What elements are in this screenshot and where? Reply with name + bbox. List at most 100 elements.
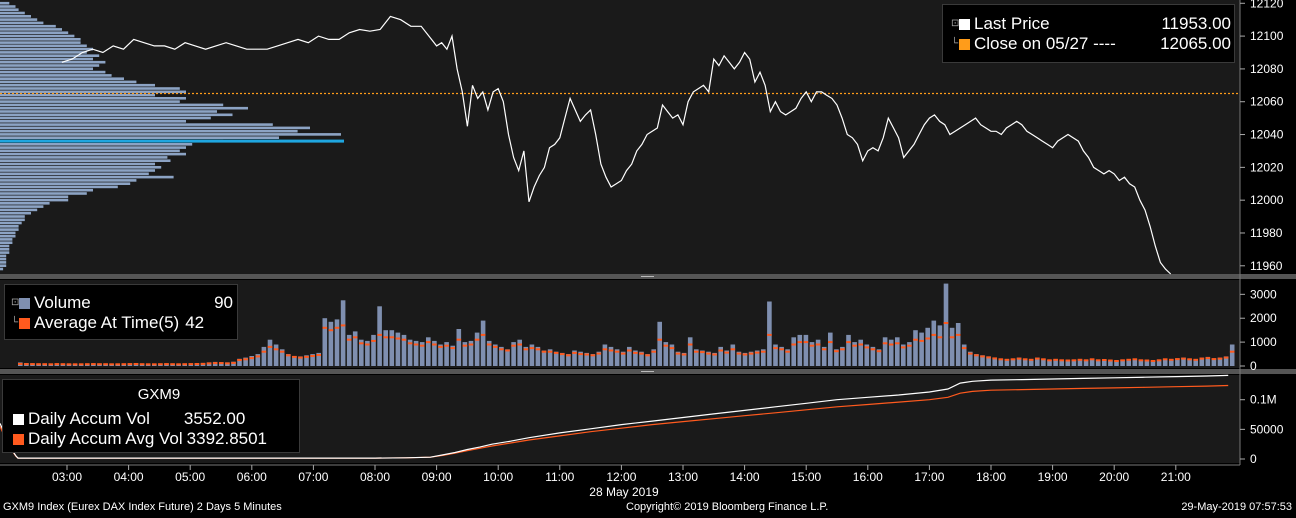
- average-bar: [352, 336, 358, 339]
- average-bar: [523, 348, 529, 351]
- average-bar: [529, 347, 535, 350]
- average-bar: [152, 363, 157, 366]
- average-bar: [937, 336, 943, 339]
- volume-bar: [919, 332, 924, 366]
- profile-bar: [0, 231, 16, 235]
- y-tick-label: 12120: [1250, 0, 1284, 10]
- average-bar: [888, 343, 894, 346]
- profile-bar: [0, 41, 81, 44]
- average-bar: [907, 344, 912, 347]
- profile-bar: [0, 103, 224, 107]
- profile-bar: [0, 215, 25, 218]
- profile-bar: [0, 198, 69, 202]
- profile-bar: [0, 166, 162, 169]
- average-bar: [754, 351, 760, 354]
- x-axis-ticks: 03:00 04:00 05:00 06:00 07:00 08:00 09:00 10:00…: [52, 465, 1191, 484]
- y-tick-label: 11960: [1250, 259, 1283, 273]
- profile-bar: [0, 21, 44, 25]
- average-bar: [115, 363, 120, 366]
- profile-bar: [0, 228, 19, 231]
- average-bar: [517, 343, 522, 346]
- average-bar: [572, 351, 577, 354]
- average-bar: [103, 363, 108, 366]
- volume-bar: [803, 334, 809, 366]
- average-bar: [748, 352, 754, 355]
- profile-bar: [0, 60, 106, 64]
- profile-bar: [0, 90, 186, 94]
- average-bar: [779, 348, 784, 351]
- average-bar: [1144, 359, 1150, 362]
- accum-legend[interactable]: GXM9 Daily Accum Vol 3552.00 Daily Accum…: [2, 379, 300, 453]
- average-bar: [681, 353, 687, 356]
- average-bar: [261, 350, 267, 353]
- average-bar: [1089, 358, 1095, 361]
- price-legend[interactable]: ⊡ Last Price 11953.00 └ Close on 05/27 -…: [942, 4, 1235, 63]
- profile-bar: [0, 5, 16, 8]
- average-bar: [821, 348, 827, 351]
- profile-bar: [0, 8, 19, 11]
- volume-value: 90: [214, 293, 233, 312]
- profile-bar: [0, 70, 106, 74]
- y-tick-label: 2000: [1250, 311, 1277, 325]
- volume-bar: [730, 344, 736, 366]
- average-bar: [1071, 359, 1077, 362]
- accum-vol-value: 3552.00: [183, 409, 246, 428]
- close-label: Close on 05/27 ----: [974, 34, 1121, 53]
- last-price-swatch: [959, 18, 970, 30]
- average-bar: [687, 343, 693, 346]
- average-bar: [78, 363, 84, 366]
- profile-bar: [0, 15, 31, 18]
- average-bar: [30, 363, 35, 366]
- average-bar: [1016, 357, 1022, 360]
- legend-handle-icon[interactable]: ⊡: [11, 293, 19, 313]
- profile-bar: [0, 83, 155, 87]
- average-bar: [828, 341, 833, 344]
- average-bar: [943, 322, 949, 324]
- average-bar: [876, 350, 882, 353]
- profile-bar: [0, 238, 13, 241]
- average-bar: [36, 363, 41, 366]
- profile-bar: [0, 34, 75, 38]
- profile-bar: [0, 159, 171, 162]
- x-tick-label: 05:00: [175, 470, 205, 484]
- average-bar: [1047, 359, 1052, 362]
- close-swatch: [959, 38, 970, 50]
- profile-bar: [0, 64, 100, 67]
- average-bar: [541, 350, 547, 353]
- average-bar: [444, 344, 449, 347]
- average-bar: [109, 363, 114, 366]
- average-bar: [182, 363, 187, 366]
- average-bar: [359, 342, 364, 345]
- profile-bar: [0, 182, 131, 185]
- average-bar: [858, 343, 863, 346]
- volume-bar: [657, 321, 662, 366]
- legend-handle-icon[interactable]: ⊡: [951, 14, 959, 34]
- y-tick-label: 12080: [1250, 62, 1284, 76]
- average-bar: [450, 347, 455, 350]
- average-bar: [48, 363, 54, 366]
- average-bar: [255, 355, 261, 358]
- average-bar: [706, 352, 711, 355]
- average-bar: [1229, 350, 1235, 353]
- average-bar: [980, 355, 985, 358]
- volume-bar: [389, 330, 395, 366]
- average-bar: [267, 345, 273, 348]
- average-bar: [986, 356, 991, 359]
- average-bar: [961, 347, 967, 350]
- volume-bar: [791, 337, 796, 366]
- average-bar: [505, 349, 510, 352]
- volume-legend[interactable]: ⊡ Volume 90 └ Average At Time(5) 42: [4, 284, 238, 340]
- profile-bar: [0, 57, 93, 61]
- profile-bar: [0, 116, 211, 120]
- volume-label: Volume: [34, 293, 91, 312]
- average-bar: [730, 348, 736, 351]
- volume-bar: [328, 321, 334, 366]
- volume-bar: [273, 344, 279, 366]
- average-bar: [1114, 360, 1119, 362]
- average-bar: [602, 348, 608, 351]
- average-bar: [328, 329, 334, 332]
- average-bar: [882, 342, 888, 345]
- profile-bar: [0, 244, 10, 248]
- volume-bar: [541, 350, 547, 366]
- average-bar: [200, 362, 206, 365]
